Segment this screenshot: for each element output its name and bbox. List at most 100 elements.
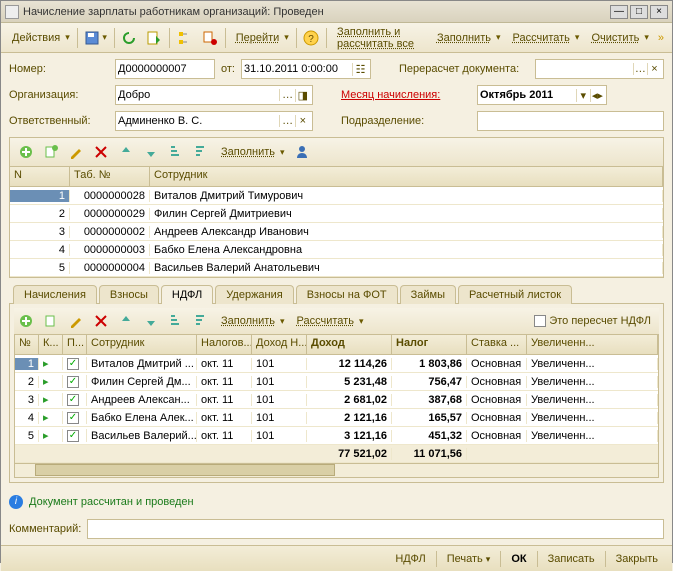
table-row[interactable]: 1 ▸ ✓ Виталов Дмитрий ... окт. 11 101 12… <box>15 355 658 373</box>
edit-icon[interactable] <box>64 141 88 163</box>
add-icon[interactable] <box>14 310 38 332</box>
tab-5[interactable]: Займы <box>400 285 456 304</box>
down-icon[interactable] <box>139 141 163 163</box>
col-code[interactable]: Доход Н... <box>252 335 307 354</box>
col-emp[interactable]: Сотрудник <box>87 335 197 354</box>
col-income[interactable]: Доход <box>307 335 392 354</box>
col-k[interactable]: К... <box>39 335 63 354</box>
col-n[interactable]: № <box>15 335 39 354</box>
table-row[interactable]: 30000000002Андреев Александр Иванович <box>10 223 663 241</box>
close-button[interactable]: Закрыть <box>610 551 664 567</box>
fill-calc-all-button[interactable]: Заполнить и рассчитать все <box>330 27 429 49</box>
col-inc[interactable]: Увеличенн... <box>527 335 658 354</box>
sort-asc-icon[interactable] <box>164 141 188 163</box>
table-row[interactable]: 20000000029Филин Сергей Дмитриевич <box>10 205 663 223</box>
sort-desc-icon[interactable] <box>189 310 213 332</box>
tab-2[interactable]: НДФЛ <box>161 285 213 304</box>
down-icon[interactable] <box>139 310 163 332</box>
status-text: Документ рассчитан и проведен <box>29 496 194 508</box>
maximize-button[interactable]: □ <box>630 5 648 19</box>
tab-1[interactable]: Взносы <box>99 285 159 304</box>
select-icon[interactable]: … <box>633 63 647 75</box>
sort-asc-icon[interactable] <box>164 310 188 332</box>
table-row[interactable]: 50000000004Васильев Валерий Анатольевич <box>10 259 663 277</box>
clear-menu[interactable]: Очистить▾ <box>584 27 652 49</box>
open-icon[interactable]: ◨ <box>295 89 310 102</box>
ndfl-button[interactable]: НДФЛ <box>389 551 431 567</box>
col-p[interactable]: П... <box>63 335 87 354</box>
movement-icon[interactable] <box>198 27 222 49</box>
org-field[interactable]: …◨ <box>115 85 313 105</box>
fill-menu[interactable]: Заполнить▾ <box>430 27 505 49</box>
recalc-field[interactable]: …× <box>535 59 664 79</box>
help-icon[interactable]: ? <box>299 27 323 49</box>
calc-menu[interactable]: Рассчитать▾ <box>506 27 584 49</box>
refresh-icon[interactable] <box>117 27 141 49</box>
goto-menu[interactable]: Перейти▾ <box>229 27 293 49</box>
table-row[interactable]: 4 ▸ ✓ Бабко Елена Алек... окт. 11 101 2 … <box>15 409 658 427</box>
ndfl-toolbar: Заполнить▾ Рассчитать▾ Это пересчет НДФЛ <box>14 308 659 334</box>
print-button[interactable]: Печать ▾ <box>441 551 497 567</box>
table-row[interactable]: 5 ▸ ✓ Васильев Валерий... окт. 11 101 3 … <box>15 427 658 445</box>
up-icon[interactable] <box>114 310 138 332</box>
more-icon[interactable]: » <box>654 27 668 49</box>
col-rate[interactable]: Ставка ... <box>467 335 527 354</box>
delete-icon[interactable] <box>89 310 113 332</box>
tab-4[interactable]: Взносы на ФОТ <box>296 285 398 304</box>
calendar-icon[interactable]: ☷ <box>352 63 368 76</box>
status-row: i Документ рассчитан и проведен <box>1 489 672 515</box>
person-icon[interactable] <box>290 141 314 163</box>
copy-icon[interactable] <box>39 141 63 163</box>
month-field[interactable]: ▾◂▸ <box>477 85 607 105</box>
clear-icon[interactable]: × <box>647 63 661 75</box>
doc-icon <box>5 5 19 19</box>
add-icon[interactable] <box>14 141 38 163</box>
number-field[interactable] <box>115 59 215 79</box>
table-row[interactable]: 40000000003Бабко Елена Александровна <box>10 241 663 259</box>
save-icon[interactable]: ▾ <box>80 27 111 49</box>
actions-menu[interactable]: Действия▾ <box>5 27 74 49</box>
col-n[interactable]: N <box>10 167 70 186</box>
tab-3[interactable]: Удержания <box>215 285 293 304</box>
delete-icon[interactable] <box>89 141 113 163</box>
clear-icon[interactable]: × <box>295 115 310 127</box>
col-ntax[interactable]: Налог <box>392 335 467 354</box>
date-field[interactable]: ☷ <box>241 59 371 79</box>
employees-grid[interactable]: N Таб. № Сотрудник 10000000028Виталов Дм… <box>9 166 664 278</box>
table-row[interactable]: 2 ▸ ✓ Филин Сергей Дм... окт. 11 101 5 2… <box>15 373 658 391</box>
select-icon[interactable]: … <box>279 115 294 127</box>
structure-icon[interactable] <box>173 27 197 49</box>
edit-icon[interactable] <box>64 310 88 332</box>
form-area: Номер: от: ☷ Перерасчет документа: …× Ор… <box>1 53 672 489</box>
dept-field[interactable] <box>477 111 664 131</box>
table-row[interactable]: 3 ▸ ✓ Андреев Алексан... окт. 11 101 2 6… <box>15 391 658 409</box>
minimize-button[interactable]: — <box>610 5 628 19</box>
col-tax[interactable]: Налогов... <box>197 335 252 354</box>
calc-menu[interactable]: Рассчитать▾ <box>290 310 368 332</box>
close-button[interactable]: × <box>650 5 668 19</box>
fill-menu[interactable]: Заполнить▾ <box>214 310 289 332</box>
table-row[interactable]: 10000000028Виталов Дмитрий Тимурович <box>10 187 663 205</box>
copy-icon[interactable] <box>39 310 63 332</box>
write-button[interactable]: Записать <box>542 551 601 567</box>
resp-field[interactable]: …× <box>115 111 313 131</box>
select-icon[interactable]: … <box>279 89 294 101</box>
org-label: Организация: <box>9 89 109 101</box>
up-icon[interactable] <box>114 141 138 163</box>
post-icon[interactable] <box>142 27 166 49</box>
detail-tabs: НачисленияВзносыНДФЛУдержанияВзносы на Ф… <box>9 284 664 304</box>
col-emp[interactable]: Сотрудник <box>150 167 663 186</box>
ok-button[interactable]: ОК <box>505 551 532 567</box>
fill-menu[interactable]: Заполнить▾ <box>214 141 289 163</box>
col-tab[interactable]: Таб. № <box>70 167 150 186</box>
ndfl-grid[interactable]: № К... П... Сотрудник Налогов... Доход Н… <box>14 334 659 478</box>
sort-desc-icon[interactable] <box>189 141 213 163</box>
spinner-icon[interactable]: ◂▸ <box>590 89 604 102</box>
recalc-checkbox[interactable]: Это пересчет НДФЛ <box>534 315 659 327</box>
horizontal-scrollbar[interactable] <box>15 463 658 477</box>
tab-0[interactable]: Начисления <box>13 285 97 304</box>
tab-6[interactable]: Расчетный листок <box>458 285 572 304</box>
month-label: Месяц начисления: <box>341 89 471 101</box>
comment-field[interactable] <box>87 519 664 539</box>
dropdown-icon[interactable]: ▾ <box>576 89 590 102</box>
